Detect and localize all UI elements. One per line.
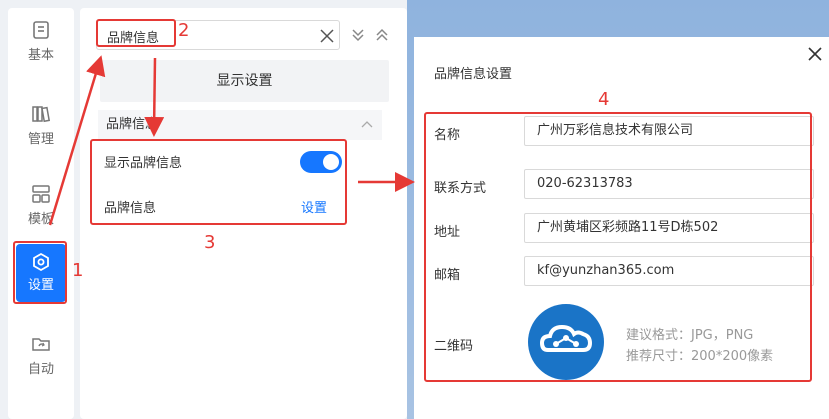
hint-format: 建议格式：JPG，PNG (626, 328, 754, 343)
books-icon (32, 106, 51, 123)
address-label: 地址 (434, 225, 461, 240)
search-input-value: 品牌信息 (107, 31, 160, 46)
brand-section-header[interactable]: 品牌信息 (98, 110, 382, 140)
template-icon (32, 185, 50, 203)
folder-sync-icon (32, 338, 50, 351)
nav-label-template: 模板 (27, 212, 54, 227)
document-icon (33, 21, 49, 39)
nav-label-basic: 基本 (27, 48, 54, 63)
display-settings-header[interactable]: 显示设置 (100, 60, 389, 102)
nav-label-manage: 管理 (27, 132, 54, 147)
close-icon[interactable] (319, 28, 335, 44)
annotation-number-4: 4 (598, 89, 610, 110)
hint-size: 推荐尺寸：200*200像素 (626, 349, 774, 364)
brand-section-title: 品牌信息 (106, 117, 159, 132)
brand-settings-dialog: 品牌信息设置 名称 广州万彩信息技术有限公司 联系方式 020-62313783… (414, 37, 829, 419)
nav-label-settings: 设置 (27, 278, 54, 293)
nav-label-auto: 自动 (27, 362, 54, 377)
nav-item-basic[interactable]: 基本 (8, 12, 74, 76)
email-input[interactable]: kf@yunzhan365.com (524, 256, 814, 286)
cloud-logo-icon (539, 324, 593, 352)
name-label: 名称 (434, 128, 461, 143)
sidebar-nav: 基本 管理 模板 设置 自动 (8, 8, 74, 419)
contact-label: 联系方式 (434, 181, 487, 196)
annotation-number-2: 2 (178, 20, 190, 41)
nav-item-template[interactable]: 模板 (8, 176, 74, 240)
settings-icon (33, 252, 49, 272)
toggle-knob (323, 154, 339, 170)
annotation-number-1: 1 (72, 260, 84, 281)
double-chevron-up-icon[interactable] (374, 27, 390, 43)
nav-item-auto[interactable]: 自动 (8, 326, 74, 390)
settings-panel: 品牌信息 显示设置 品牌信息 显示品牌信息 品牌信息 设置 (80, 8, 407, 419)
qrcode-upload[interactable] (528, 304, 604, 380)
close-icon[interactable] (808, 47, 822, 61)
show-brand-toggle[interactable] (300, 151, 342, 173)
search-input[interactable]: 品牌信息 (96, 20, 340, 50)
nav-item-manage[interactable]: 管理 (8, 96, 74, 160)
dialog-title: 品牌信息设置 (434, 67, 513, 82)
nav-item-settings[interactable]: 设置 (16, 244, 66, 302)
email-label: 邮箱 (434, 268, 461, 283)
brand-info-settings-link[interactable]: 设置 (301, 197, 327, 216)
search-bar: 品牌信息 (96, 20, 418, 50)
annotation-number-3: 3 (204, 232, 216, 253)
address-input[interactable]: 广州黄埔区彩频路11号D栋502 (524, 213, 814, 243)
double-chevron-down-icon[interactable] (350, 27, 366, 43)
contact-input[interactable]: 020-62313783 (524, 169, 814, 199)
chevron-up-icon[interactable] (360, 118, 374, 132)
qrcode-label: 二维码 (434, 339, 474, 354)
name-input[interactable]: 广州万彩信息技术有限公司 (524, 116, 814, 146)
